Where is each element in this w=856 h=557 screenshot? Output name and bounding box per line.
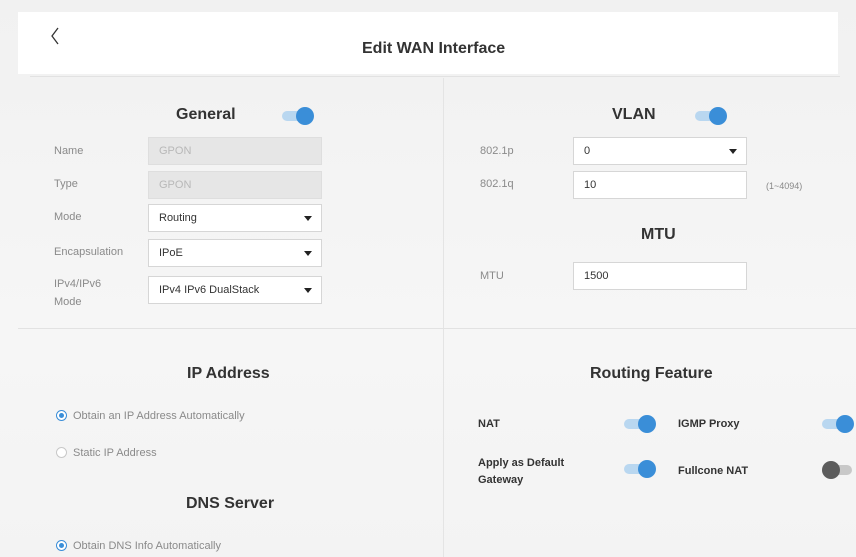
page-background: Edit WAN Interface General Name GPON Typ… (0, 0, 856, 557)
8021p-label: 802.1p (480, 145, 514, 157)
chevron-down-icon (304, 216, 312, 221)
default-gateway-toggle[interactable] (624, 460, 658, 478)
ip-auto-radio[interactable]: Obtain an IP Address Automatically (56, 409, 245, 422)
column-divider (443, 78, 444, 557)
mtu-input[interactable]: 1500 (573, 262, 747, 290)
nat-toggle[interactable] (624, 415, 658, 433)
header-divider (30, 76, 840, 77)
toggle-knob (836, 415, 854, 433)
8021p-value: 0 (584, 145, 591, 157)
radio-button[interactable] (56, 539, 67, 551)
general-title: General (176, 106, 236, 123)
ip-mode-value: IPv4 IPv6 DualStack (159, 284, 260, 296)
section-divider (18, 328, 856, 329)
encapsulation-value: IPoE (159, 247, 183, 259)
general-toggle[interactable] (282, 107, 316, 125)
toggle-knob (709, 107, 727, 125)
ip-address-title: IP Address (187, 365, 270, 382)
toggle-knob (638, 415, 656, 433)
nat-label: NAT (478, 418, 500, 430)
8021q-input[interactable]: 10 (573, 171, 747, 199)
type-field: GPON (148, 171, 322, 199)
dns-auto-radio[interactable]: Obtain DNS Info Automatically (56, 539, 221, 552)
ip-mode-label: IPv4/IPv6 Mode (54, 275, 101, 311)
ip-mode-label-line1: IPv4/IPv6 (54, 278, 102, 290)
default-gateway-line2: Gateway (478, 474, 524, 486)
ip-mode-select[interactable]: IPv4 IPv6 DualStack (148, 276, 322, 304)
mode-label: Mode (54, 211, 82, 223)
default-gateway-label: Apply as Default Gateway (478, 455, 564, 489)
8021q-range-hint: (1~4094) (766, 181, 803, 191)
toggle-knob (296, 107, 314, 125)
vlan-toggle[interactable] (695, 107, 729, 125)
ip-static-radio[interactable]: Static IP Address (56, 446, 157, 459)
fullcone-nat-toggle[interactable] (822, 461, 856, 479)
mtu-title: MTU (641, 226, 676, 243)
type-label: Type (54, 178, 78, 190)
mode-select[interactable]: Routing (148, 204, 322, 232)
name-label: Name (54, 145, 84, 157)
dns-auto-label: Obtain DNS Info Automatically (73, 540, 221, 552)
ip-mode-label-line2: Mode (54, 296, 82, 308)
chevron-down-icon (304, 288, 312, 293)
vlan-title: VLAN (612, 106, 656, 123)
chevron-down-icon (729, 149, 737, 154)
default-gateway-line1: Apply as Default (478, 457, 565, 469)
mode-value: Routing (159, 212, 197, 224)
8021p-select[interactable]: 0 (573, 137, 747, 165)
routing-title: Routing Feature (590, 365, 713, 382)
igmp-proxy-label: IGMP Proxy (678, 418, 740, 430)
mtu-label: MTU (480, 270, 504, 282)
encapsulation-select[interactable]: IPoE (148, 239, 322, 267)
8021q-label: 802.1q (480, 178, 514, 190)
name-field: GPON (148, 137, 322, 165)
encapsulation-label: Encapsulation (54, 246, 124, 258)
chevron-down-icon (304, 251, 312, 256)
toggle-knob (822, 461, 840, 479)
radio-button[interactable] (56, 446, 67, 458)
dns-title: DNS Server (186, 495, 275, 512)
ip-static-label: Static IP Address (73, 447, 157, 459)
fullcone-nat-label: Fullcone NAT (678, 465, 749, 477)
igmp-proxy-toggle[interactable] (822, 415, 856, 433)
radio-button[interactable] (56, 409, 67, 421)
page-title: Edit WAN Interface (362, 40, 506, 57)
ip-auto-label: Obtain an IP Address Automatically (73, 410, 245, 422)
chevron-left-icon[interactable] (44, 22, 66, 52)
toggle-knob (638, 460, 656, 478)
